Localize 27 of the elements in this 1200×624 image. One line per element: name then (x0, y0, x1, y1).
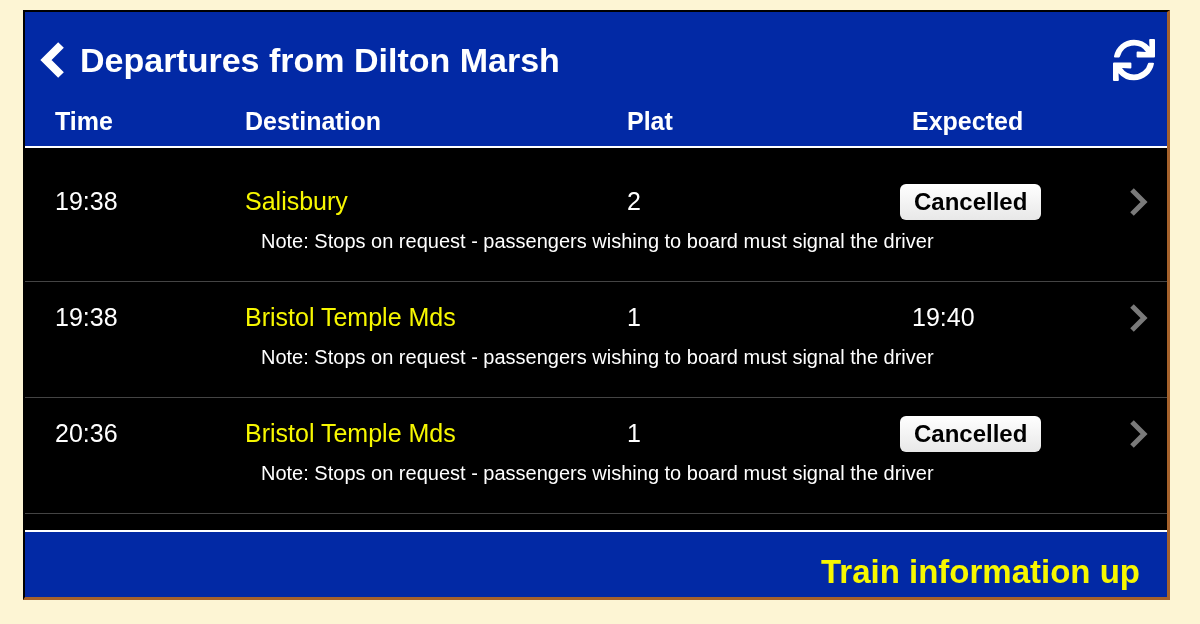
platform-number: 1 (627, 303, 641, 332)
status-badge: Cancelled (900, 184, 1042, 220)
departure-time: 19:38 (55, 187, 118, 216)
refresh-button[interactable] (1111, 37, 1157, 83)
status-badge: Cancelled (900, 416, 1042, 452)
platform-number: 1 (627, 419, 641, 448)
column-header: Expected (911, 107, 1024, 136)
chevron-right-icon[interactable] (1128, 187, 1150, 217)
footer-message: Train information up (821, 551, 1140, 592)
departure-note: Note: Stops on request - passengers wishing to board must signal the driver (261, 229, 935, 253)
column-header: Destination (245, 107, 382, 136)
window-title: Departures from Dilton Marsh (80, 39, 560, 81)
platform-number: 2 (627, 187, 641, 216)
departure-time: 19:38 (55, 303, 118, 332)
column-header: Plat (627, 107, 673, 136)
destination-name: Salisbury (245, 187, 348, 216)
destination-name: Bristol Temple Mds (245, 303, 456, 332)
column-header: Time (55, 107, 113, 136)
chevron-right-icon[interactable] (1128, 303, 1150, 333)
departure-note: Note: Stops on request - passengers wishing to board must signal the driver (261, 461, 935, 485)
back-chevron-icon (40, 41, 66, 79)
chevron-right-icon[interactable] (1128, 419, 1150, 449)
expected-time: 19:40 (911, 302, 975, 334)
destination-name: Bristol Temple Mds (245, 419, 456, 448)
departure-time: 20:36 (55, 419, 118, 448)
refresh-icon (1113, 39, 1155, 81)
departure-note: Note: Stops on request - passengers wishing to board must signal the driver (261, 345, 935, 369)
